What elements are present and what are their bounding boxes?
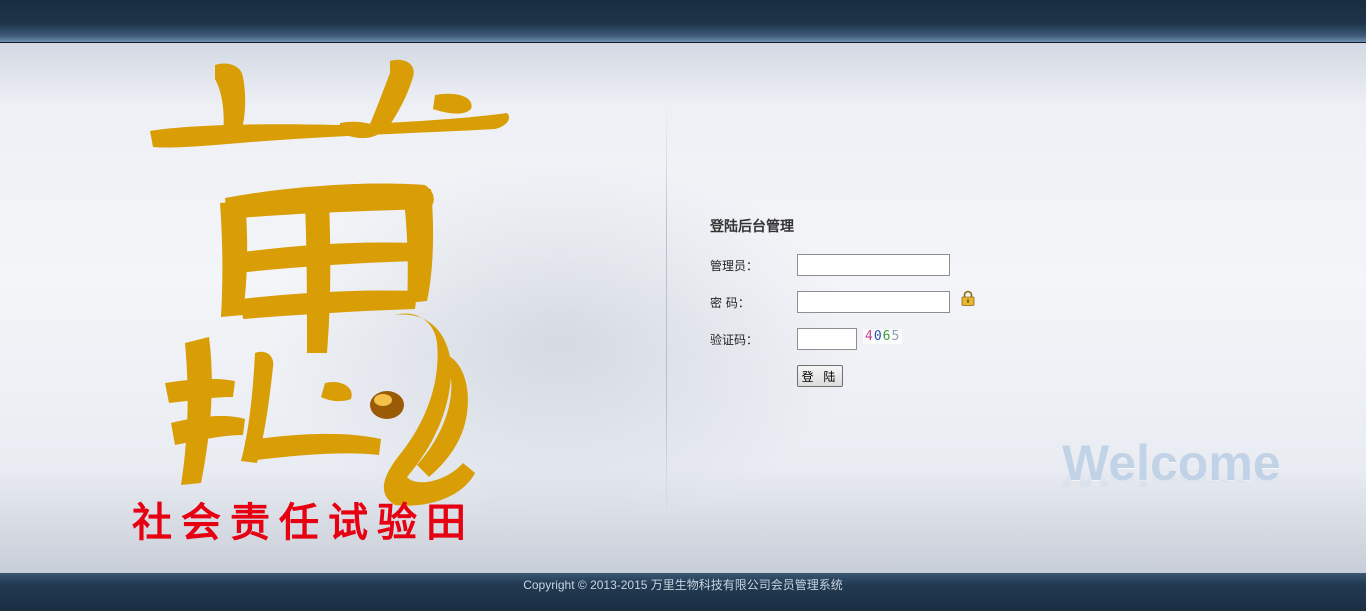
submit-row: 登 陆 [710, 365, 1030, 402]
login-form: 登陆后台管理 管理员： 密 码： 验证码： 4065 登 陆 [710, 218, 1030, 402]
welcome-reflection: Welcome [1062, 463, 1281, 492]
captcha-row: 验证码： 4065 [710, 328, 1030, 365]
top-header-bar [0, 0, 1366, 43]
login-title: 登陆后台管理 [710, 219, 794, 235]
wan-calligraphy-logo [150, 59, 510, 506]
lock-icon [961, 290, 975, 306]
admin-label: 管理员： [710, 259, 759, 273]
captcha-label: 验证码： [710, 333, 759, 347]
slogan-text: 社会责任试验田 [132, 500, 475, 546]
copyright-text: Copyright © 2013-2015 万里生物科技有限公司会员管理系统 [523, 578, 843, 592]
captcha-input[interactable] [797, 328, 857, 350]
login-submit-button[interactable]: 登 陆 [797, 365, 843, 387]
admin-row: 管理员： [710, 254, 1030, 291]
panel-divider [666, 103, 667, 523]
footer-bar: Copyright © 2013-2015 万里生物科技有限公司会员管理系统 [0, 573, 1366, 611]
captcha-image[interactable]: 4065 [863, 329, 903, 344]
password-row: 密 码： [710, 290, 1030, 328]
password-input[interactable] [797, 291, 950, 313]
password-label: 密 码： [710, 296, 750, 310]
login-panel-background: 社会责任试验田 登陆后台管理 管理员： 密 码： 验证码： 4065 登 陆 W… [0, 43, 1366, 573]
admin-username-input[interactable] [797, 254, 950, 276]
